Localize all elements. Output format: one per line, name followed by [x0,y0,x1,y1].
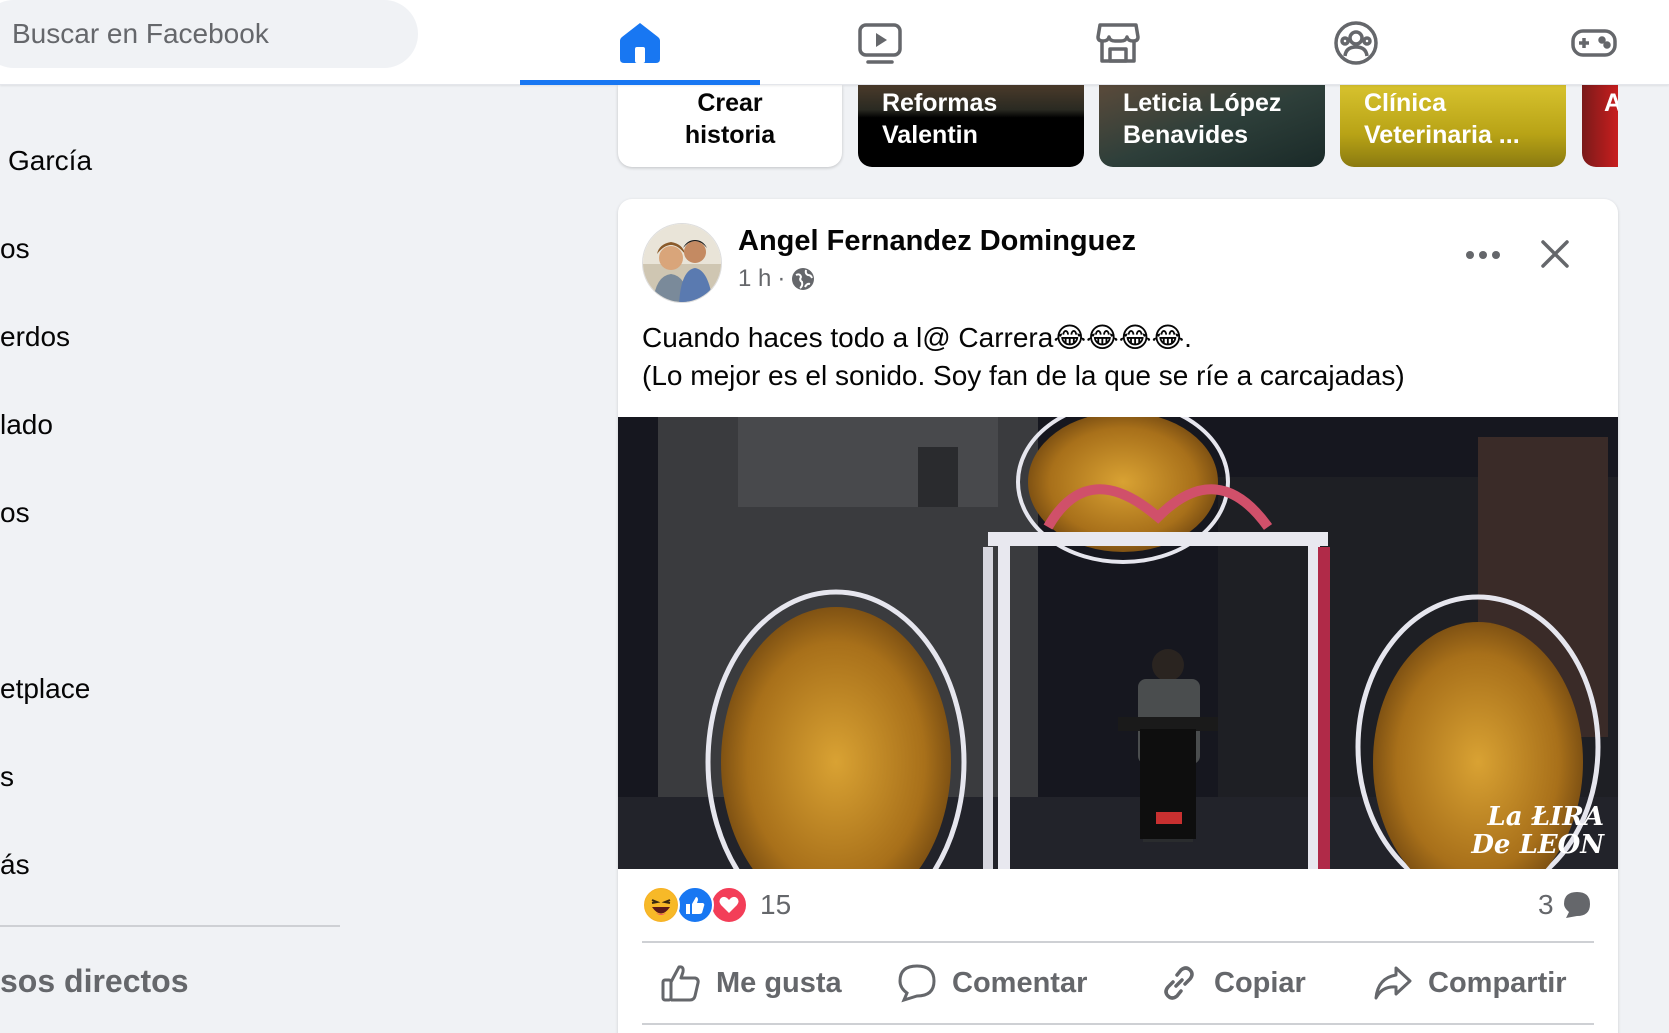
comment-button[interactable]: Comentar [896,951,1087,1015]
sidebar-item-saved[interactable]: lado [0,409,53,441]
story-card[interactable]: Clínica Veterinaria ... [1340,85,1566,167]
story-author: Reformas Valentin [882,89,998,149]
video-icon [858,22,902,64]
sidebar-divider [0,925,340,927]
home-icon [620,22,660,63]
sidebar-item-groups[interactable]: os [0,497,30,529]
divider [642,941,1594,943]
comment-icon [898,964,936,1003]
story-author: Leticia López Benavides [1123,89,1282,149]
haha-reaction-icon [642,886,680,924]
like-button[interactable]: Me gusta [660,951,842,1015]
post-video[interactable]: La ŁIRA De LEON [618,417,1618,869]
reaction-count: 15 [760,889,792,920]
meta-separator: · [777,265,786,292]
share-icon [1374,966,1412,1000]
feed-post: Angel Fernandez Dominguez 1 h · Cuando h… [618,199,1618,1033]
love-reaction-icon [710,886,748,924]
sidebar-item-marketplace[interactable]: etplace [0,673,90,705]
search-placeholder: Buscar en Facebook [12,18,269,49]
left-sidebar: García os erdos lado os etplace s ás sos… [0,85,345,1033]
story-card[interactable]: A [1582,85,1618,167]
like-reaction-icon [676,886,714,924]
thumbs-up-icon [661,965,700,1002]
comment-count[interactable]: 3 [1538,889,1592,921]
tab-home[interactable] [520,0,760,85]
share-button[interactable]: Compartir [1372,951,1567,1015]
post-author-name[interactable]: Angel Fernandez Dominguez [738,225,1136,258]
post-timestamp[interactable]: 1 h [738,265,771,293]
post-text: Cuando haces todo a l@ Carrera😂😂😂😂. (Lo … [642,322,1405,391]
search-input[interactable]: Buscar en Facebook [0,0,418,68]
gamepad-icon [1571,28,1617,57]
story-card[interactable]: Leticia López Benavides [1099,85,1325,167]
story-card[interactable]: Reformas Valentin [858,85,1084,167]
groups-icon [1334,20,1378,65]
post-meta: 1 h · [738,265,815,293]
sidebar-item-friends[interactable]: os [0,233,30,265]
post-options-button[interactable] [1458,235,1508,275]
tab-gaming[interactable] [1474,0,1669,85]
tab-marketplace[interactable] [998,0,1238,85]
story-author: A [1604,89,1618,117]
comment-bubble-icon [1563,892,1590,918]
tab-watch[interactable] [760,0,1000,85]
avatar[interactable] [642,223,722,303]
store-icon [1096,22,1140,63]
close-icon [1541,240,1569,268]
story-author: Clínica Veterinaria ... [1364,89,1520,149]
story-create[interactable]: Crear historia [618,85,842,167]
hide-post-button[interactable] [1530,227,1580,281]
reactions-summary[interactable]: 15 [642,884,791,926]
shortcuts-heading: sos directos [0,963,189,999]
copy-link-button[interactable]: Copiar [1158,951,1306,1015]
video-watermark: La ŁIRA De LEON [1471,802,1604,860]
sidebar-item-feeds[interactable]: s [0,761,14,793]
more-options-icon [1466,251,1500,259]
divider [642,1023,1594,1025]
sidebar-item-see-more[interactable]: ás [0,849,30,881]
sidebar-item-memories[interactable]: erdos [0,321,70,353]
tab-groups[interactable] [1236,0,1476,85]
sidebar-item-profile[interactable]: García [8,145,92,177]
top-navigation-bar: Buscar en Facebook [0,0,1669,85]
link-icon [1164,966,1194,1000]
globe-icon [792,268,815,290]
story-create-label: Crear historia [684,89,776,149]
